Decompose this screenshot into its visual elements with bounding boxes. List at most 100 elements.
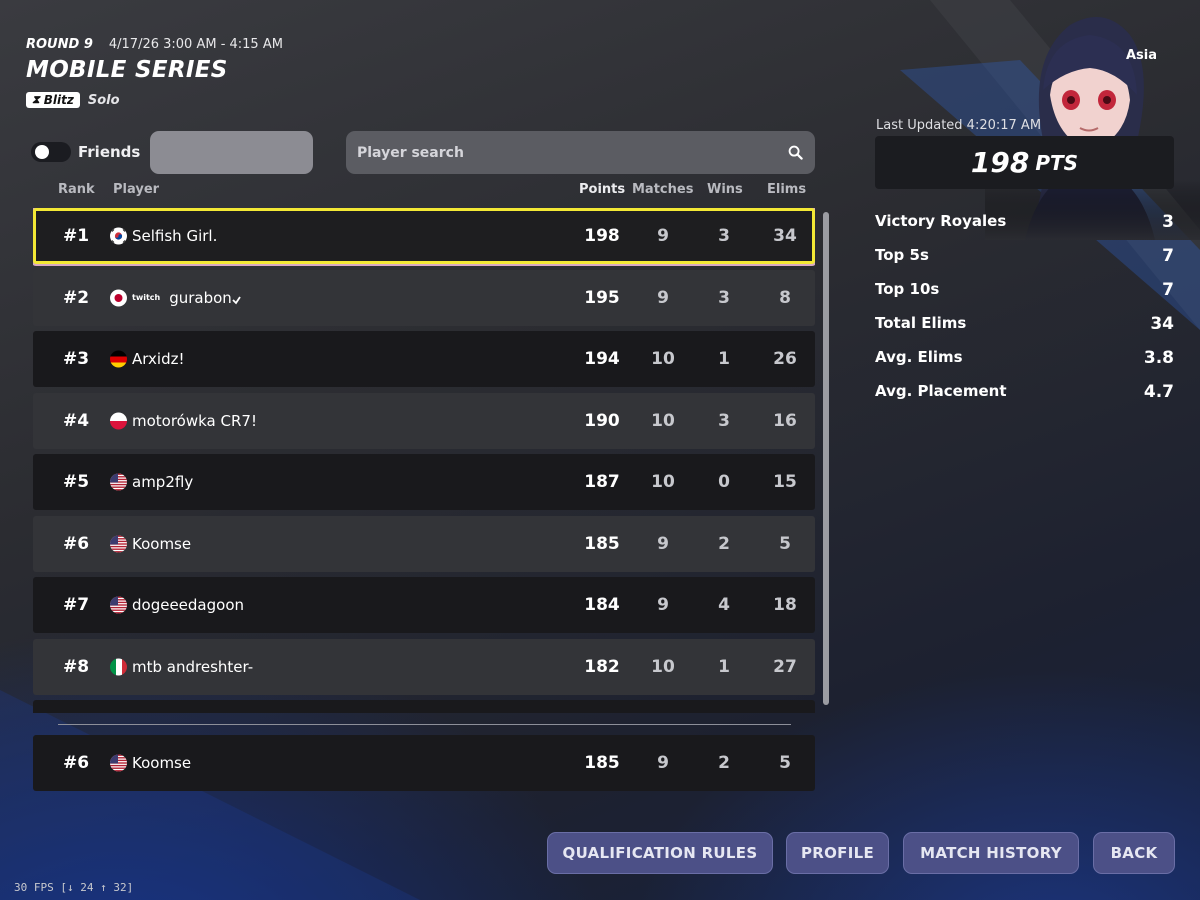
qualification-rules-button[interactable]: QUALIFICATION RULES: [547, 832, 773, 874]
stat-label: Avg. Placement: [875, 382, 1007, 400]
row-matches: 9: [657, 595, 669, 615]
flag-jp-icon: [110, 289, 127, 306]
total-points-box: 198 PTS: [875, 136, 1174, 189]
mode-info: ⧗ Blitz Solo: [26, 92, 120, 108]
leaderboard-list: #1 Selfish Girl. 198 9 3 34 #2 twitch gu…: [33, 208, 815, 713]
last-updated: Last Updated 4:20:17 AM: [876, 118, 1042, 133]
row-points: 182: [584, 656, 620, 677]
friends-toggle[interactable]: [31, 142, 71, 162]
row-elims: 15: [773, 472, 797, 492]
match-history-button[interactable]: MATCH HISTORY: [903, 832, 1079, 874]
flag-pl-icon: [110, 412, 127, 429]
region-label: Asia: [1126, 48, 1158, 63]
own-entry-row[interactable]: #6 Koomse 185 9 2 5: [33, 735, 815, 791]
stat-label: Avg. Elims: [875, 348, 963, 366]
row-elims: 5: [779, 753, 791, 773]
leaderboard-row[interactable]: #4 motorówka CR7! 190 10 3 16: [33, 392, 815, 449]
flag-us-icon: [110, 596, 127, 614]
row-wins: 4: [718, 595, 730, 615]
row-points: 187: [584, 472, 620, 492]
friends-label: Friends: [78, 143, 141, 161]
row-points: 185: [584, 753, 620, 773]
stat-value: 7: [1162, 246, 1174, 266]
column-header-matches[interactable]: Matches: [632, 182, 693, 197]
row-elims: 16: [773, 410, 797, 431]
twitch-tag: twitch: [132, 293, 161, 302]
row-matches: 10: [651, 349, 675, 369]
total-points-unit: PTS: [1035, 150, 1079, 175]
mode-badge: ⧗ Blitz: [26, 92, 80, 108]
row-player-name: Koomse: [132, 754, 192, 772]
column-header-elims[interactable]: Elims: [767, 182, 806, 197]
own-entry-container: #6 Koomse 185 9 2 5: [33, 735, 815, 797]
flag-it-icon: [110, 658, 127, 675]
row-rank: #4: [63, 410, 90, 431]
row-points: 184: [584, 595, 620, 615]
row-matches: 9: [657, 287, 669, 308]
row-rank: #8: [63, 656, 90, 677]
player-search-box[interactable]: [346, 131, 815, 174]
flag-kr-icon: [110, 227, 127, 245]
row-elims: 34: [773, 226, 797, 246]
round-label: ROUND 9: [26, 37, 93, 52]
column-header-rank: Rank: [58, 182, 95, 197]
total-points-value: 198: [970, 146, 1030, 179]
column-header-wins[interactable]: Wins: [707, 182, 743, 197]
stat-victory-royales: Victory Royales 3: [875, 212, 1174, 232]
stat-label: Victory Royales: [875, 212, 1007, 230]
row-matches: 10: [651, 410, 675, 431]
leaderboard-row[interactable]: #6 Koomse 185 9 2 5: [33, 515, 815, 572]
region-filter-dropdown[interactable]: [150, 131, 313, 174]
stat-total-elims: Total Elims 34: [875, 314, 1174, 334]
round-info: ROUND 9 4/17/26 3:00 AM - 4:15 AM: [26, 37, 283, 52]
row-matches: 10: [651, 472, 675, 492]
profile-button[interactable]: PROFILE: [786, 832, 889, 874]
flag-de-icon: [110, 350, 127, 368]
leaderboard-row[interactable]: #7 dogeeedagoon 184 9 4 18: [33, 577, 815, 633]
leaderboard-row[interactable]: #3 Arxidz! 194 10 1 26: [33, 331, 815, 387]
stat-value: 34: [1150, 314, 1174, 334]
leaderboard-row[interactable]: #1 Selfish Girl. 198 9 3 34: [33, 208, 815, 264]
stat-label: Total Elims: [875, 314, 967, 332]
row-rank: #2: [63, 287, 90, 308]
row-player: twitch gurabon: [132, 289, 241, 307]
row-elims: 27: [773, 656, 797, 677]
leaderboard-row[interactable]: #8 mtb andreshter- 182 10 1 27: [33, 638, 815, 695]
leaderboard-row[interactable]: #2 twitch gurabon 195 9 3 8: [33, 269, 815, 326]
leaderboard-scrollbar[interactable]: [823, 212, 829, 705]
stat-label: Top 10s: [875, 280, 940, 298]
row-points: 190: [584, 410, 620, 431]
row-wins: 1: [718, 656, 730, 677]
row-points: 198: [584, 226, 620, 246]
column-header-points[interactable]: Points: [579, 182, 625, 197]
row-elims: 5: [779, 533, 791, 554]
flag-us-icon: [110, 535, 127, 552]
row-wins: 3: [718, 287, 730, 308]
row-elims: 26: [773, 349, 797, 369]
row-player-name: Koomse: [132, 534, 192, 553]
stat-avg-placement: Avg. Placement 4.7: [875, 382, 1174, 402]
stat-top-10s: Top 10s 7: [875, 280, 1174, 300]
leaderboard-row[interactable]: #5 amp2fly 187 10 0 15: [33, 454, 815, 510]
mode-badge-label: Blitz: [43, 93, 74, 107]
row-player-name: dogeeedagoon: [132, 596, 245, 614]
back-button[interactable]: BACK: [1093, 832, 1175, 874]
row-rank: #1: [63, 226, 90, 246]
row-player-name: gurabon: [169, 288, 232, 307]
column-header-player: Player: [113, 182, 160, 197]
page-title: MOBILE SERIES: [26, 57, 228, 83]
row-points: 195: [584, 287, 620, 308]
row-matches: 9: [657, 753, 669, 773]
row-wins: 3: [718, 410, 730, 431]
verified-check-icon: [232, 296, 241, 305]
flag-us-icon: [110, 473, 127, 491]
row-rank: #6: [63, 533, 90, 554]
leaderboard-row-partial[interactable]: [33, 700, 815, 713]
search-icon[interactable]: [788, 145, 803, 160]
player-search-input[interactable]: [346, 131, 815, 174]
row-elims: 18: [773, 595, 797, 615]
round-time: 4/17/26 3:00 AM - 4:15 AM: [108, 37, 283, 52]
stat-value: 4.7: [1143, 382, 1174, 402]
stat-top-5s: Top 5s 7: [875, 246, 1174, 266]
row-wins: 1: [718, 349, 730, 369]
